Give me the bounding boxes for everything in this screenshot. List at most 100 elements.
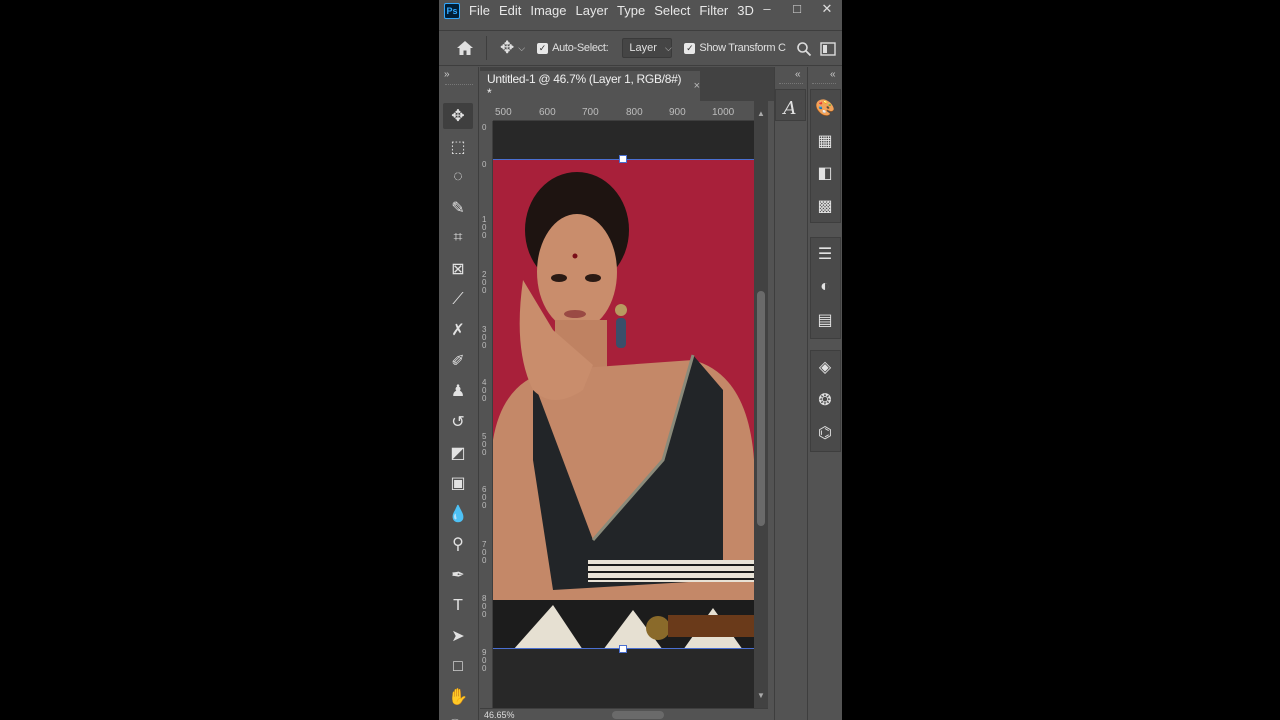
libraries-panel-icon[interactable]: ▤ [812, 307, 838, 333]
ruler-tick-label: 0 [482, 123, 487, 132]
ruler-tick-label: 800 [482, 594, 487, 619]
layers-panel-icon[interactable]: ◈ [812, 354, 838, 380]
ruler-tick-label: 500 [482, 432, 487, 457]
scroll-down-icon[interactable]: ▼ [757, 691, 765, 700]
toolbar-grip[interactable] [445, 84, 473, 88]
menu-edit[interactable]: Edit [499, 0, 521, 22]
frame-tool[interactable]: ⊠ [443, 256, 473, 282]
menu-bar: Ps File Edit Image Layer Type Select Fil… [439, 0, 842, 22]
ruler-tick-label: 400 [482, 378, 487, 403]
brush-tool[interactable]: ✐ [443, 348, 473, 374]
quick-selection-tool[interactable]: ✎ [443, 195, 473, 221]
panel-dock-collapsed-2: « 🎨 ▦ ◧ ▩ ☰ ◐ ▤ ◈ ❂ ⌬ [807, 67, 842, 720]
zoom-level[interactable]: 46.65% [484, 710, 515, 720]
dropdown-value: Layer [629, 42, 657, 54]
vertical-scrollbar[interactable]: ▲ ▼ [754, 101, 768, 708]
move-icon[interactable]: ✥ [500, 38, 514, 58]
options-tail [796, 31, 842, 67]
window-controls: – □ ✕ [752, 0, 842, 22]
adjustments-panel-icon[interactable]: ◐ [812, 274, 838, 300]
type-tool[interactable]: T [443, 593, 473, 619]
blur-tool[interactable]: 💧 [443, 501, 473, 527]
status-bar: 46.65% [480, 708, 768, 720]
close-tab-icon[interactable]: × [694, 80, 700, 92]
zoom-tool[interactable]: 🔍 [443, 715, 473, 720]
menu-layer[interactable]: Layer [576, 0, 609, 22]
search-icon[interactable] [796, 41, 812, 57]
auto-select-checkbox[interactable]: ✓ [537, 42, 549, 54]
canvas-pasteboard[interactable] [493, 121, 754, 708]
transform-handle-top[interactable] [619, 155, 627, 163]
photoshop-logo-icon: Ps [444, 3, 460, 19]
collapse-toolbar-icon[interactable]: » [444, 69, 450, 80]
ruler-tick-label: 700 [582, 107, 599, 118]
gradients-panel-icon[interactable]: ◧ [812, 160, 838, 186]
history-brush-tool[interactable]: ↺ [443, 409, 473, 435]
ruler-tick-label: 300 [482, 325, 487, 350]
hand-tool[interactable]: ✋ [443, 684, 473, 710]
panel-grip[interactable] [779, 83, 803, 84]
panel-grip[interactable] [812, 83, 836, 84]
home-icon[interactable] [456, 39, 474, 57]
move-tool[interactable]: ✥ [443, 103, 473, 129]
eyedropper-tool[interactable]: ⟋ [443, 287, 473, 313]
minimize-button[interactable]: – [752, 0, 782, 22]
paths-panel-icon[interactable]: ⌬ [812, 420, 838, 446]
frame-icon[interactable] [820, 42, 836, 56]
patterns-panel-icon[interactable]: ▩ [812, 193, 838, 219]
character-panel-icon[interactable]: A [777, 95, 803, 121]
stamp-tool[interactable]: ♟ [443, 378, 473, 404]
menu-type[interactable]: Type [617, 0, 645, 22]
ruler-tick-label: 900 [482, 648, 487, 673]
photoshop-window: Ps File Edit Image Layer Type Select Fil… [439, 0, 842, 720]
collapse-panels-icon[interactable]: « [830, 69, 836, 80]
crop-tool[interactable]: ⌗ [443, 225, 473, 251]
ruler-tick-label: 500 [495, 107, 512, 118]
portrait-photo [493, 160, 754, 648]
ruler-tick-label: 800 [626, 107, 643, 118]
color-panel-icon[interactable]: 🎨 [812, 95, 838, 121]
eraser-tool[interactable]: ◩ [443, 440, 473, 466]
ruler-tick-label: 600 [539, 107, 556, 118]
gradient-tool[interactable]: ▣ [443, 470, 473, 496]
menu-file[interactable]: File [469, 0, 490, 22]
show-transform-label: Show Transform C [699, 42, 786, 54]
ruler-tick-label: 1000 [712, 107, 735, 118]
menu-select[interactable]: Select [654, 0, 690, 22]
show-transform-checkbox[interactable]: ✓ [684, 42, 696, 54]
transform-handle-bottom[interactable] [619, 645, 627, 653]
chevron-down-icon[interactable]: ⌵ [518, 43, 525, 54]
rectangle-tool[interactable]: □ [443, 654, 473, 680]
pen-tool[interactable]: ✒ [443, 562, 473, 588]
vertical-ruler[interactable]: 0 0 100 200 300 400 500 600 700 800 900 [480, 121, 493, 708]
layer-1-artwork[interactable] [493, 159, 754, 649]
scroll-up-icon[interactable]: ▲ [757, 109, 765, 118]
properties-panel-icon[interactable]: ☰ [812, 241, 838, 267]
ruler-tick-label: 200 [482, 270, 487, 295]
collapse-panels-icon[interactable]: « [795, 69, 801, 80]
document-tab[interactable]: Untitled-1 @ 46.7% (Layer 1, RGB/8#) * × [480, 71, 700, 101]
vertical-scroll-thumb[interactable] [757, 291, 765, 526]
path-selection-tool[interactable]: ➤ [443, 623, 473, 649]
ruler-tick-label: 700 [482, 540, 487, 565]
horizontal-ruler[interactable]: 500 600 700 800 900 1000 [493, 101, 768, 121]
marquee-tool[interactable]: ⬚ [443, 134, 473, 160]
healing-tool[interactable]: ✗ [443, 317, 473, 343]
channels-panel-icon[interactable]: ❂ [812, 387, 838, 413]
ruler-tick-label: 900 [669, 107, 686, 118]
menu-filter[interactable]: Filter [699, 0, 728, 22]
tools-panel: » ✥ ⬚ ◌ ✎ ⌗ ⊠ ⟋ ✗ ✐ ♟ ↺ ◩ ▣ 💧 ⚲ ✒ T ➤ □ ✋ 🔍 [439, 67, 479, 720]
ruler-origin[interactable] [480, 101, 493, 121]
horizontal-scroll-thumb[interactable] [612, 711, 664, 719]
ruler-tick-label: 100 [482, 215, 487, 240]
document-tab-bar: Untitled-1 @ 46.7% (Layer 1, RGB/8#) * × [480, 67, 774, 101]
menu-image[interactable]: Image [530, 0, 566, 22]
lasso-tool[interactable]: ◌ [443, 164, 473, 190]
panel-dock-collapsed-1: « A [774, 67, 806, 720]
swatches-panel-icon[interactable]: ▦ [812, 128, 838, 154]
dodge-tool[interactable]: ⚲ [443, 531, 473, 557]
auto-select-target-dropdown[interactable]: Layer ⌵ [622, 38, 673, 58]
chevron-down-icon: ⌵ [664, 42, 672, 53]
maximize-button[interactable]: □ [782, 0, 812, 22]
close-button[interactable]: ✕ [812, 0, 842, 22]
